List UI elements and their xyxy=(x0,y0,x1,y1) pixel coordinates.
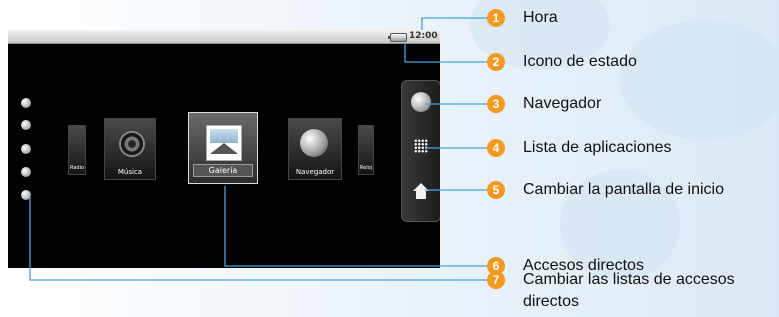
callout-number: 5 xyxy=(487,181,505,199)
callout-label-continued: directos xyxy=(523,293,580,310)
callout-label: Cambiar las listas de accesos xyxy=(523,271,735,288)
callout-label: Lista de aplicaciones xyxy=(523,139,672,156)
callout-label: Hora xyxy=(523,9,558,26)
leader-line-2 xyxy=(404,44,498,63)
callout-number: 3 xyxy=(487,95,505,113)
callout-number: 7 xyxy=(487,271,505,289)
callout-number: 2 xyxy=(487,53,505,71)
leader-line-7 xyxy=(29,197,498,281)
callout-number: 4 xyxy=(487,139,505,157)
callout-label: Cambiar la pantalla de inicio xyxy=(523,181,724,198)
callout-label: Navegador xyxy=(523,95,602,112)
callout-label: Icono de estado xyxy=(523,53,637,70)
callout-number: 1 xyxy=(487,9,505,27)
leader-line-6 xyxy=(224,186,498,267)
